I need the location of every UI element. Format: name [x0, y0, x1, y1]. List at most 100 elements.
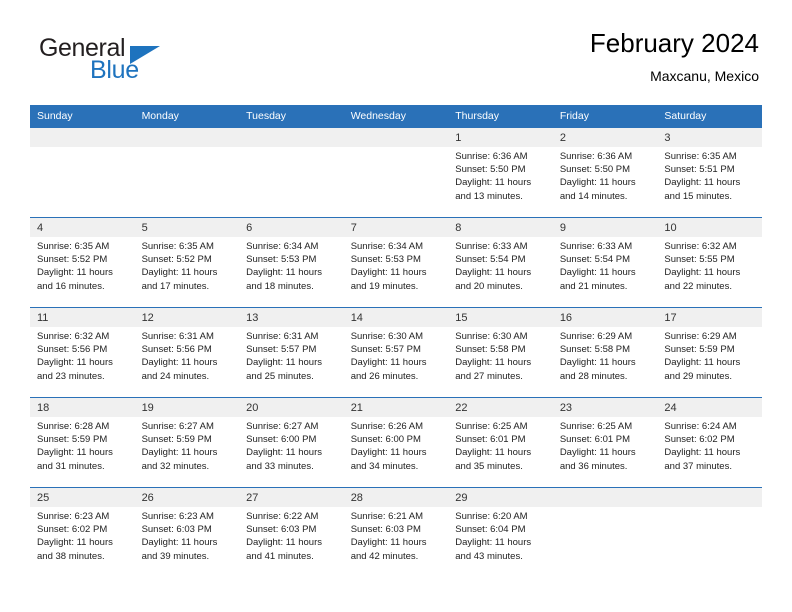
calendar-day-cell[interactable]: 27 Sunrise: 6:22 AM Sunset: 6:03 PM Dayligh…: [239, 487, 344, 577]
daylight-text-line1: Daylight: 11 hours: [350, 267, 427, 279]
day-number: 7: [343, 218, 449, 237]
day-details: Sunrise: 6:34 AM Sunset: 5:53 PM Daylight:…: [344, 237, 449, 293]
daylight-text-line1: Daylight: 11 hours: [37, 537, 113, 549]
day-details: Sunrise: 6:30 AM Sunset: 5:57 PM Daylight:…: [344, 327, 449, 383]
calendar-day-cell[interactable]: 24 Sunrise: 6:24 AM Sunset: 6:02 PM Dayligh…: [657, 397, 762, 487]
day-number: 2: [552, 128, 658, 147]
calendar-day-cell[interactable]: 4 Sunrise: 6:35 AM Sunset: 5:52 PM Daylight…: [30, 217, 135, 307]
calendar-day-cell[interactable]: 5 Sunrise: 6:35 AM Sunset: 5:52 PM Daylight…: [134, 217, 240, 307]
calendar-day-cell[interactable]: 13 Sunrise: 6:31 AM Sunset: 5:57 PM Dayligh…: [239, 307, 344, 397]
sunrise-text: Sunrise: 6:34 AM: [246, 241, 319, 252]
sunset-text: Sunset: 5:59 PM: [37, 434, 108, 446]
calendar-day-cell[interactable]: 26 Sunrise: 6:23 AM Sunset: 6:03 PM Dayligh…: [134, 487, 240, 577]
day-cell-box: 4 Sunrise: 6:35 AM Sunset: 5:52 PM Daylight…: [30, 217, 135, 307]
sunrise-text: Sunrise: 6:29 AM: [664, 331, 737, 342]
day-cell-box: 28 Sunrise: 6:21 AM Sunset: 6:03 PM Dayligh…: [343, 487, 449, 577]
day-cell-box: 10 Sunrise: 6:32 AM Sunset: 5:55 PM Dayligh…: [657, 217, 762, 307]
day-number: 26: [134, 488, 240, 507]
calendar-day-cell[interactable]: 19 Sunrise: 6:27 AM Sunset: 5:59 PM Dayligh…: [134, 397, 240, 487]
daylight-text-line2: and 34 minutes.: [350, 460, 419, 472]
day-number: 20: [239, 398, 344, 417]
sunrise-text: Sunrise: 6:22 AM: [246, 511, 319, 522]
calendar-day-cell[interactable]: 9 Sunrise: 6:33 AM Sunset: 5:54 PM Daylight…: [552, 217, 658, 307]
calendar-week-row: 11 Sunrise: 6:32 AM Sunset: 5:56 PM Dayligh…: [30, 307, 762, 397]
sunrise-text: Sunrise: 6:27 AM: [246, 421, 319, 432]
day-number: 8: [448, 218, 553, 237]
day-details: Sunrise: 6:23 AM Sunset: 6:03 PM Daylight:…: [135, 507, 240, 563]
calendar-day-cell: [30, 127, 135, 217]
sunrise-text: Sunrise: 6:26 AM: [350, 421, 424, 432]
sunset-text: Sunset: 5:53 PM: [246, 254, 317, 266]
day-number: 5: [134, 218, 240, 237]
calendar-day-cell[interactable]: 3 Sunrise: 6:35 AM Sunset: 5:51 PM Daylight…: [657, 127, 762, 217]
daylight-text-line2: and 31 minutes.: [37, 460, 105, 472]
calendar-day-cell[interactable]: 17 Sunrise: 6:29 AM Sunset: 5:59 PM Dayligh…: [657, 307, 762, 397]
sunrise-text: Sunrise: 6:32 AM: [664, 241, 737, 252]
day-number: 21: [343, 398, 449, 417]
day-cell-box: 29 Sunrise: 6:20 AM Sunset: 6:04 PM Dayligh…: [448, 487, 553, 577]
sunset-text: Sunset: 5:52 PM: [141, 254, 212, 266]
calendar-day-cell[interactable]: 29 Sunrise: 6:20 AM Sunset: 6:04 PM Dayligh…: [448, 487, 553, 577]
brand-logo[interactable]: General Blue: [33, 34, 263, 92]
calendar-day-cell[interactable]: 2 Sunrise: 6:36 AM Sunset: 5:50 PM Daylight…: [552, 127, 658, 217]
calendar-day-cell[interactable]: 21 Sunrise: 6:26 AM Sunset: 6:00 PM Dayligh…: [343, 397, 449, 487]
calendar-day-cell[interactable]: 18 Sunrise: 6:28 AM Sunset: 5:59 PM Dayligh…: [30, 397, 135, 487]
calendar-day-cell[interactable]: 6 Sunrise: 6:34 AM Sunset: 5:53 PM Daylight…: [239, 217, 344, 307]
sunrise-text: Sunrise: 6:34 AM: [350, 241, 424, 252]
calendar-day-cell[interactable]: 7 Sunrise: 6:34 AM Sunset: 5:53 PM Daylight…: [343, 217, 449, 307]
calendar-page: General Blue February 2024 Maxcanu, Mexi…: [0, 0, 792, 612]
daylight-text-line2: and 16 minutes.: [37, 280, 105, 292]
calendar-day-cell[interactable]: 15 Sunrise: 6:30 AM Sunset: 5:58 PM Dayligh…: [448, 307, 553, 397]
calendar-day-cell[interactable]: 14 Sunrise: 6:30 AM Sunset: 5:57 PM Dayligh…: [343, 307, 449, 397]
day-cell-box: 22 Sunrise: 6:25 AM Sunset: 6:01 PM Dayligh…: [448, 397, 553, 487]
sunrise-text: Sunrise: 6:23 AM: [141, 511, 214, 522]
day-cell-box: 24 Sunrise: 6:24 AM Sunset: 6:02 PM Dayligh…: [657, 397, 762, 487]
day-number: 11: [30, 308, 135, 327]
page-header: General Blue February 2024 Maxcanu, Mexi…: [33, 28, 759, 98]
day-cell-box: 3 Sunrise: 6:35 AM Sunset: 5:51 PM Daylight…: [657, 127, 762, 217]
sunrise-text: Sunrise: 6:33 AM: [559, 241, 633, 252]
day-details: Sunrise: 6:32 AM Sunset: 5:56 PM Daylight:…: [30, 327, 135, 383]
calendar-day-cell[interactable]: 23 Sunrise: 6:25 AM Sunset: 6:01 PM Dayligh…: [552, 397, 658, 487]
daylight-text-line1: Daylight: 11 hours: [455, 267, 532, 279]
day-number: 15: [448, 308, 553, 327]
sunset-text: Sunset: 6:02 PM: [37, 524, 108, 536]
weekday-header-monday: Monday: [134, 105, 240, 127]
daylight-text-line1: Daylight: 11 hours: [455, 447, 532, 459]
calendar-day-cell[interactable]: 25 Sunrise: 6:23 AM Sunset: 6:02 PM Dayligh…: [30, 487, 135, 577]
sunrise-text: Sunrise: 6:36 AM: [559, 151, 633, 162]
day-details: Sunrise: 6:35 AM Sunset: 5:52 PM Daylight:…: [135, 237, 240, 293]
sunrise-text: Sunrise: 6:32 AM: [37, 331, 110, 342]
sunrise-text: Sunrise: 6:33 AM: [455, 241, 528, 252]
day-number: 24: [657, 398, 762, 417]
calendar-day-cell[interactable]: 8 Sunrise: 6:33 AM Sunset: 5:54 PM Daylight…: [448, 217, 553, 307]
day-details: Sunrise: 6:36 AM Sunset: 5:50 PM Daylight:…: [448, 147, 553, 203]
sunset-text: Sunset: 6:01 PM: [559, 434, 631, 446]
calendar-day-cell[interactable]: 16 Sunrise: 6:29 AM Sunset: 5:58 PM Dayligh…: [552, 307, 658, 397]
calendar-day-cell[interactable]: 22 Sunrise: 6:25 AM Sunset: 6:01 PM Dayligh…: [448, 397, 553, 487]
day-cell-box: [552, 487, 658, 577]
day-cell-box: [134, 127, 240, 217]
calendar-day-cell[interactable]: 10 Sunrise: 6:32 AM Sunset: 5:55 PM Dayligh…: [657, 217, 762, 307]
sunset-text: Sunset: 5:54 PM: [559, 254, 631, 266]
calendar-day-cell[interactable]: 28 Sunrise: 6:21 AM Sunset: 6:03 PM Dayligh…: [343, 487, 449, 577]
weekday-header-tuesday: Tuesday: [239, 105, 344, 127]
daylight-text-line1: Daylight: 11 hours: [455, 537, 532, 549]
day-cell-box: 27 Sunrise: 6:22 AM Sunset: 6:03 PM Dayligh…: [239, 487, 344, 577]
day-details: Sunrise: 6:25 AM Sunset: 6:01 PM Daylight:…: [553, 417, 658, 473]
daylight-text-line1: Daylight: 11 hours: [664, 357, 741, 369]
day-cell-box: 18 Sunrise: 6:28 AM Sunset: 5:59 PM Dayligh…: [30, 397, 135, 487]
calendar-day-cell[interactable]: 20 Sunrise: 6:27 AM Sunset: 6:00 PM Dayligh…: [239, 397, 344, 487]
daylight-text-line1: Daylight: 11 hours: [141, 267, 218, 279]
sunset-text: Sunset: 5:55 PM: [664, 254, 735, 266]
day-details: Sunrise: 6:27 AM Sunset: 5:59 PM Daylight:…: [135, 417, 240, 473]
daylight-text-line2: and 32 minutes.: [141, 460, 210, 472]
day-cell-box: 19 Sunrise: 6:27 AM Sunset: 5:59 PM Dayligh…: [134, 397, 240, 487]
calendar-day-cell[interactable]: 11 Sunrise: 6:32 AM Sunset: 5:56 PM Dayligh…: [30, 307, 135, 397]
day-cell-box: [343, 127, 449, 217]
calendar-day-cell[interactable]: 12 Sunrise: 6:31 AM Sunset: 5:56 PM Dayligh…: [134, 307, 240, 397]
calendar-week-row: 25 Sunrise: 6:23 AM Sunset: 6:02 PM Dayligh…: [30, 487, 762, 577]
calendar-day-cell[interactable]: 1 Sunrise: 6:36 AM Sunset: 5:50 PM Daylight…: [448, 127, 553, 217]
daylight-text-line2: and 37 minutes.: [664, 460, 732, 472]
day-number: 3: [657, 128, 762, 147]
